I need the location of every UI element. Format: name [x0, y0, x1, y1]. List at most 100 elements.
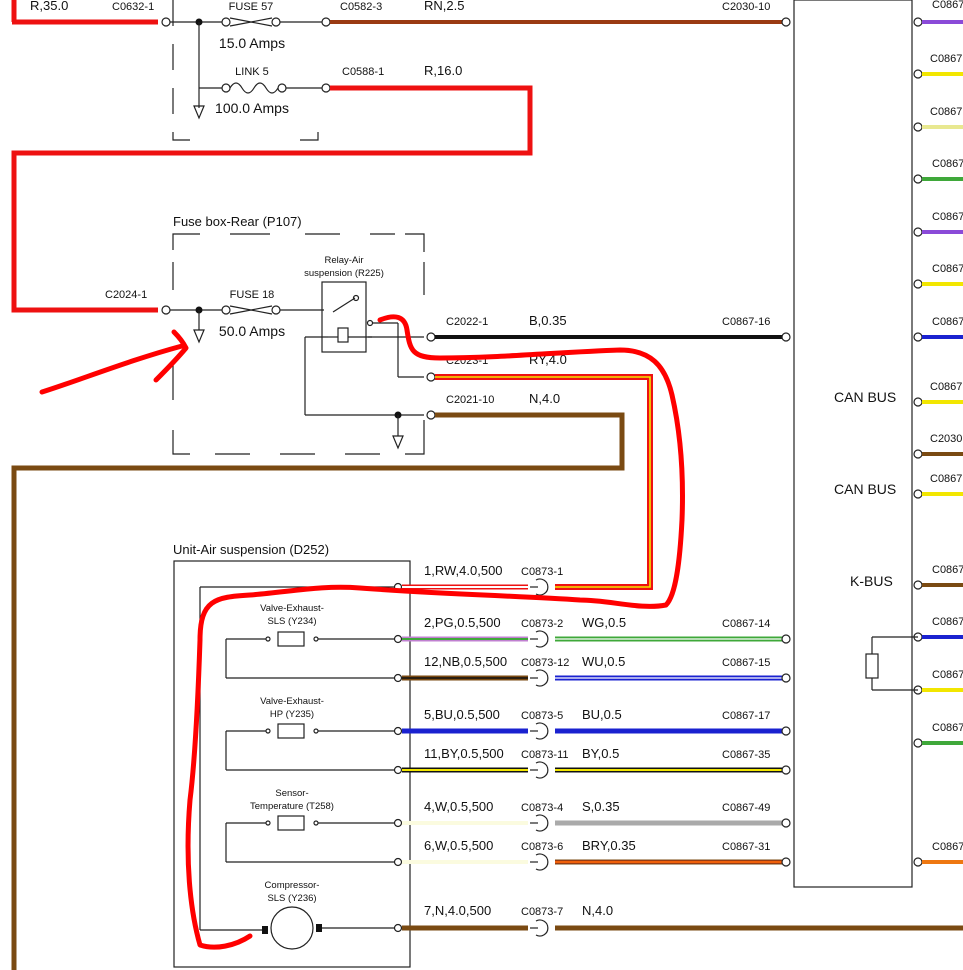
- pin-label: 6,W,0.5,500: [424, 838, 493, 853]
- fuse-57-icon: [229, 17, 273, 27]
- c0873-harness: 1,RW,4.0,500 C0873-1 2,PG,0.5,500 C0873-…: [402, 563, 963, 937]
- connector-c2022-1: C2022-1: [446, 316, 488, 328]
- pin-label: 4,W,0.5,500: [424, 799, 493, 814]
- valve-hp-icon: [277, 723, 305, 739]
- pin-wire: S,0.35: [582, 799, 620, 814]
- valve-sls-label-1: Valve-Exhaust-: [260, 603, 324, 614]
- stub-connector: C0867: [930, 53, 962, 65]
- link-5-title: LINK 5: [235, 66, 269, 78]
- wire-label-b035: B,0.35: [529, 313, 567, 328]
- pin-wire: BY,0.5: [582, 746, 619, 761]
- stub-connector: C0867: [932, 722, 963, 734]
- connector-pin-c0588: [321, 83, 331, 93]
- pin-connector: C0873-1: [521, 566, 563, 578]
- pin-connector: C0873-12: [521, 657, 569, 669]
- connector-c0632-1: C0632-1: [112, 1, 154, 13]
- sensor-label-2: Temperature (T258): [250, 801, 334, 812]
- pin-destination: C0867-14: [722, 618, 770, 630]
- wire-label-n40: N,4.0: [529, 391, 560, 406]
- pin-destination: C0867-17: [722, 710, 770, 722]
- pin-wire: BRY,0.35: [582, 838, 636, 853]
- stub-connector: C0867: [932, 0, 963, 11]
- wiring-diagram-svg: R,35.0 C0632-1 FUSE 57 15.0 Amps C0582-3…: [11, 0, 963, 970]
- ground-icon: [392, 435, 404, 450]
- fusible-link-icon: [229, 82, 279, 94]
- stub-connector: C0867: [932, 316, 963, 328]
- stub-connector: C0867: [930, 106, 962, 118]
- sensor-label-1: Sensor-: [275, 788, 308, 799]
- wire-label-rn25: RN,2.5: [424, 0, 464, 13]
- connector-pin-c2021: [426, 410, 436, 420]
- fuse-18-rating: 50.0 Amps: [219, 323, 285, 339]
- pin-wire: BU,0.5: [582, 707, 622, 722]
- compressor-label-2: SLS (Y236): [267, 893, 316, 904]
- valve-hp-label-2: HP (Y235): [270, 709, 314, 720]
- pin-wire: WU,0.5: [582, 654, 625, 669]
- can-bus-label-2: CAN BUS: [834, 481, 896, 497]
- connector-c2024-1: C2024-1: [105, 289, 147, 301]
- stub-connector: C0867: [932, 669, 963, 681]
- pin-label: 7,N,4.0,500: [424, 903, 491, 918]
- stub-connector: C2030: [930, 433, 962, 445]
- pin-label: 2,PG,0.5,500: [424, 615, 501, 630]
- connector-pin-c2030: [781, 17, 791, 27]
- pin-destination: C0867-49: [722, 802, 770, 814]
- valve-sls-label-2: SLS (Y234): [267, 616, 316, 627]
- fusebox-rear-title: Fuse box-Rear (P107): [173, 214, 302, 229]
- pin-wire: N,4.0: [582, 903, 613, 918]
- wiring-diagram: R,35.0 C0632-1 FUSE 57 15.0 Amps C0582-3…: [0, 0, 963, 970]
- annotation-arrow: [39, 343, 185, 395]
- stub-connector: C0867: [932, 158, 963, 170]
- fuse-57-rating: 15.0 Amps: [219, 35, 285, 51]
- sensor-icon: [277, 815, 305, 831]
- stub-connector: C0867: [932, 841, 963, 853]
- stub-connector: C0867: [930, 381, 962, 393]
- compressor-motor-icon: [270, 906, 314, 950]
- pin-connector: C0873-5: [521, 710, 563, 722]
- stub-connector: C0867: [932, 616, 963, 628]
- wire-ry40: [435, 374, 653, 590]
- annotation-arrowhead: [153, 329, 189, 383]
- top-section: R,35.0 C0632-1 FUSE 57 15.0 Amps C0582-3…: [11, 0, 791, 313]
- fuse-18-title: FUSE 18: [230, 289, 275, 301]
- connector-c2021-10: C2021-10: [446, 394, 494, 406]
- pin-label: 5,BU,0.5,500: [424, 707, 500, 722]
- stub-connector: C0867: [932, 263, 963, 275]
- stub-connector: C0867: [932, 211, 963, 223]
- connector-pin-c0632: [161, 17, 171, 27]
- unit-title: Unit-Air suspension (D252): [173, 542, 329, 557]
- pin-destination: C0867-35: [722, 749, 770, 761]
- pin-connector: C0873-4: [521, 802, 563, 814]
- stub-connector: C0867: [932, 564, 963, 576]
- wire-r16: [11, 85, 533, 313]
- valve-sls-icon: [277, 631, 305, 647]
- pin-label: 1,RW,4.0,500: [424, 563, 503, 578]
- wire-label-r16: R,16.0: [424, 63, 462, 78]
- k-bus-label: K-BUS: [850, 573, 893, 589]
- connector-c0582-3: C0582-3: [340, 1, 382, 13]
- relay-label-2: suspension (R225): [304, 268, 384, 279]
- pin-connector: C0873-6: [521, 841, 563, 853]
- fuse-57-title: FUSE 57: [229, 1, 274, 13]
- pin-destination: C0867-15: [722, 657, 770, 669]
- relay-label-1: Relay-Air: [324, 255, 363, 266]
- right-module: CAN BUS CAN BUS K-BUS C0867 C0867 C0867 …: [793, 0, 963, 888]
- pin-label: 11,BY,0.5,500: [424, 746, 504, 761]
- pin-label: 12,NB,0.5,500: [424, 654, 507, 669]
- pin-wire: WG,0.5: [582, 615, 626, 630]
- fuse-18-icon: [229, 305, 273, 315]
- pin-connector: C0873-11: [521, 749, 569, 761]
- ground-icon: [193, 329, 205, 344]
- pin-connector: C0873-7: [521, 906, 563, 918]
- connector-pin-c2023: [426, 372, 436, 382]
- valve-hp-label-1: Valve-Exhaust-: [260, 696, 324, 707]
- connector-c2030-10: C2030-10: [722, 1, 770, 13]
- termination-resistor-icon: [865, 653, 879, 679]
- link-5-rating: 100.0 Amps: [215, 100, 289, 116]
- connector-c0867-16: C0867-16: [722, 316, 770, 328]
- connector-c0588-1: C0588-1: [342, 66, 384, 78]
- stub-connector: C0867: [930, 473, 962, 485]
- can-bus-label-1: CAN BUS: [834, 389, 896, 405]
- connector-pin-c0582: [321, 17, 331, 27]
- pin-destination: C0867-31: [722, 841, 770, 853]
